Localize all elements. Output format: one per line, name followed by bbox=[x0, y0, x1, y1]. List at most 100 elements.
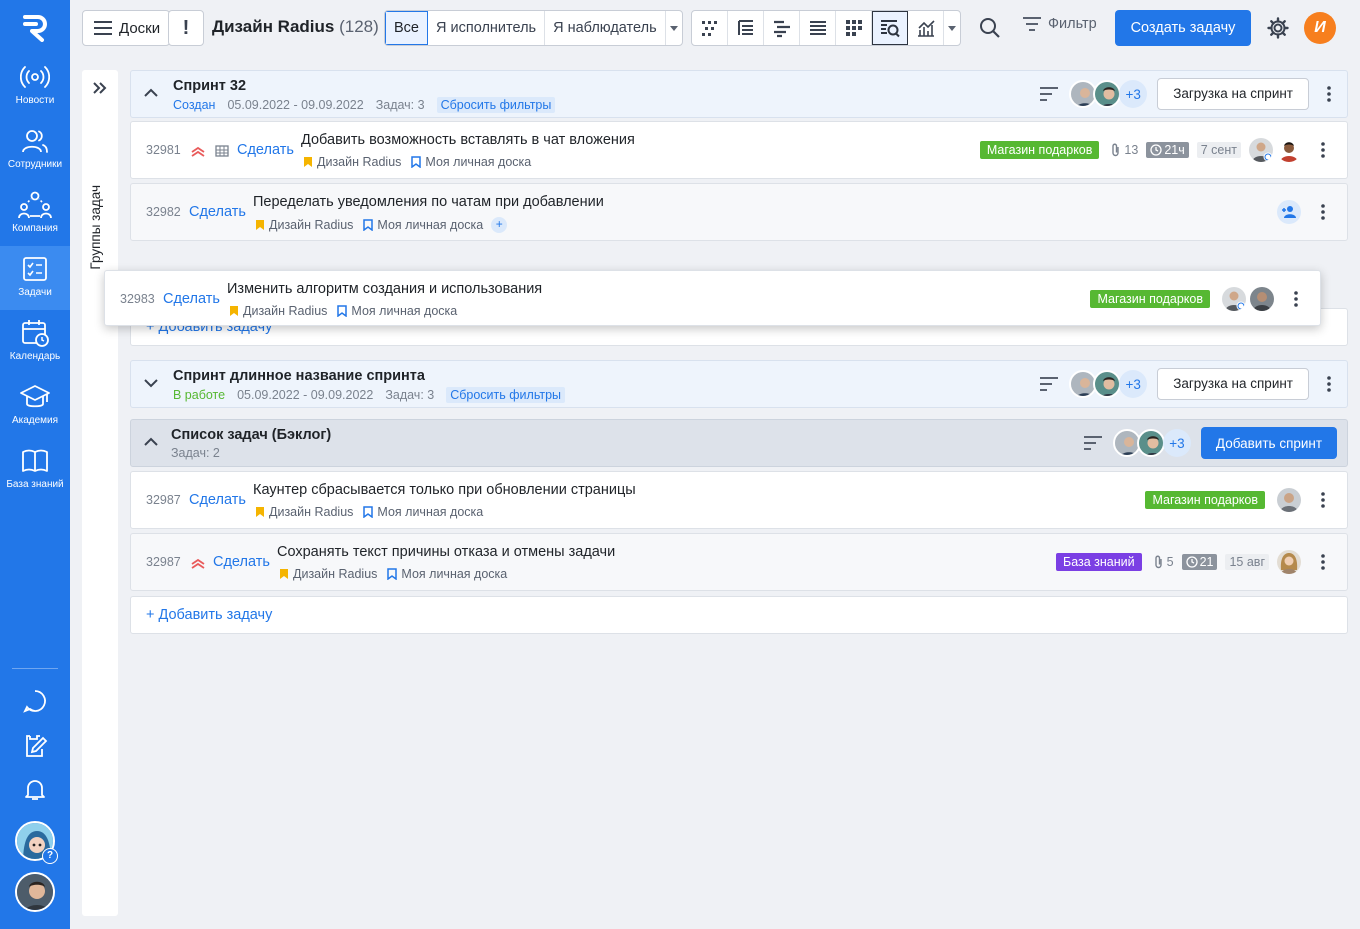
sidebar-item-employees[interactable]: Сотрудники bbox=[0, 118, 70, 182]
task-action-link[interactable]: Сделать bbox=[213, 554, 270, 570]
avatar[interactable] bbox=[1249, 138, 1273, 162]
sort-icon[interactable] bbox=[1039, 86, 1059, 102]
sprint-menu-button[interactable] bbox=[1321, 370, 1337, 398]
task-board[interactable]: Моя личная доска bbox=[377, 218, 483, 232]
task-menu-button[interactable] bbox=[1315, 486, 1331, 514]
sprint-menu-button[interactable] bbox=[1321, 80, 1337, 108]
task-project[interactable]: Дизайн Radius bbox=[243, 304, 327, 318]
user-avatar[interactable] bbox=[15, 872, 55, 912]
sidebar-item-company[interactable]: Компания bbox=[0, 182, 70, 246]
avatar[interactable] bbox=[1093, 370, 1122, 398]
avatar[interactable] bbox=[1093, 80, 1122, 108]
task-action-link[interactable]: Сделать bbox=[189, 492, 246, 508]
task-tag[interactable]: База знаний bbox=[1055, 553, 1142, 571]
view-sprint-button[interactable] bbox=[872, 11, 908, 45]
task-action-link[interactable]: Сделать bbox=[237, 142, 294, 158]
task-project[interactable]: Дизайн Radius bbox=[269, 505, 353, 519]
sort-icon[interactable] bbox=[1039, 376, 1059, 392]
avatar[interactable] bbox=[1250, 287, 1274, 311]
more-members-badge[interactable]: +3 bbox=[1163, 429, 1191, 457]
add-sprint-button[interactable]: Добавить спринт bbox=[1201, 427, 1337, 459]
paperclip-icon bbox=[1154, 555, 1162, 569]
avatar[interactable] bbox=[1277, 138, 1301, 162]
avatar[interactable] bbox=[1277, 488, 1301, 512]
add-board-button[interactable]: + bbox=[491, 217, 508, 233]
task-menu-button[interactable] bbox=[1315, 548, 1331, 576]
task-tag[interactable]: Магазин подарков bbox=[979, 141, 1100, 159]
task-row[interactable]: 32982 Сделать Переделать уведомления по … bbox=[130, 183, 1348, 241]
task-action-link[interactable]: Сделать bbox=[189, 204, 246, 220]
sidebar-item-academy[interactable]: Академия bbox=[0, 374, 70, 438]
radius-logo-icon[interactable] bbox=[20, 12, 50, 42]
task-title[interactable]: Изменить алгоритм создания и использован… bbox=[227, 281, 542, 297]
sidebar-item-knowledge-base[interactable]: База знаний bbox=[0, 438, 70, 502]
add-task-button[interactable]: + Добавить задачу bbox=[146, 607, 272, 623]
more-members-badge[interactable]: +3 bbox=[1119, 80, 1148, 108]
task-title[interactable]: Сохранять текст причины отказа и отмены … bbox=[277, 544, 615, 560]
task-tag[interactable]: Магазин подарков bbox=[1090, 290, 1210, 308]
task-project[interactable]: Дизайн Radius bbox=[269, 218, 353, 232]
settings-button[interactable] bbox=[1262, 12, 1294, 44]
task-action-link[interactable]: Сделать bbox=[163, 291, 220, 307]
segment-all[interactable]: Все bbox=[385, 11, 428, 45]
sort-icon[interactable] bbox=[1083, 435, 1103, 451]
bell-icon[interactable] bbox=[22, 776, 48, 802]
task-board[interactable]: Моя личная доска bbox=[401, 567, 507, 581]
task-board[interactable]: Моя личная доска bbox=[377, 505, 483, 519]
avatar[interactable] bbox=[1137, 429, 1165, 457]
sprint-load-button[interactable]: Загрузка на спринт bbox=[1157, 368, 1309, 400]
view-gantt-button[interactable] bbox=[764, 11, 800, 45]
view-tree-button[interactable] bbox=[728, 11, 764, 45]
task-row-dragging[interactable]: 32983 Сделать Изменить алгоритм создания… bbox=[104, 270, 1321, 326]
more-members-badge[interactable]: +3 bbox=[1119, 370, 1148, 398]
task-tag[interactable]: Магазин подарков bbox=[1145, 491, 1265, 509]
view-more-dropdown[interactable] bbox=[944, 11, 960, 45]
task-menu-button[interactable] bbox=[1288, 285, 1304, 313]
task-menu-button[interactable] bbox=[1315, 198, 1331, 226]
segment-dropdown[interactable] bbox=[666, 11, 682, 45]
view-analytics-button[interactable] bbox=[908, 11, 944, 45]
filter-button[interactable]: Фильтр bbox=[1022, 16, 1097, 32]
view-list-button[interactable] bbox=[800, 11, 836, 45]
reset-filters-button[interactable]: Сбросить фильтры bbox=[446, 387, 566, 403]
alert-button[interactable]: ! bbox=[168, 10, 204, 46]
avatar[interactable] bbox=[1222, 287, 1246, 311]
avatar[interactable] bbox=[1277, 550, 1301, 574]
sidebar-item-tasks[interactable]: Задачи bbox=[0, 246, 70, 310]
sidebar-item-calendar[interactable]: Календарь bbox=[0, 310, 70, 374]
add-assignee-button[interactable] bbox=[1277, 200, 1301, 224]
scatter-view-icon bbox=[701, 21, 717, 36]
chevron-down-icon[interactable] bbox=[143, 375, 159, 391]
segment-assignee[interactable]: Я исполнитель bbox=[428, 11, 546, 45]
task-row[interactable]: 32981 Сделать Добавить возможность встав… bbox=[130, 121, 1348, 179]
task-title[interactable]: Добавить возможность вставлять в чат вло… bbox=[301, 132, 635, 148]
create-task-button[interactable]: Создать задачу bbox=[1115, 10, 1251, 46]
view-dots-button[interactable] bbox=[692, 11, 728, 45]
boards-button[interactable]: Доски bbox=[82, 10, 170, 46]
task-title[interactable]: Каунтер сбрасывается только при обновлен… bbox=[253, 482, 636, 498]
bookmark-outline-icon bbox=[411, 156, 422, 168]
task-row[interactable]: 32987 Сделать Каунтер сбрасывается тольк… bbox=[130, 471, 1348, 529]
task-project[interactable]: Дизайн Radius bbox=[317, 155, 401, 169]
bookmark-filled-icon bbox=[280, 569, 288, 579]
chat-icon[interactable] bbox=[22, 688, 48, 714]
task-board[interactable]: Моя личная доска bbox=[351, 304, 457, 318]
chevron-up-icon[interactable] bbox=[143, 85, 159, 101]
assignee-filter-segment: Все Я исполнитель Я наблюдатель bbox=[384, 10, 683, 46]
segment-watcher[interactable]: Я наблюдатель bbox=[545, 11, 666, 45]
double-chevron-right-icon[interactable] bbox=[92, 80, 108, 96]
task-board[interactable]: Моя личная доска bbox=[425, 155, 531, 169]
task-menu-button[interactable] bbox=[1315, 136, 1331, 164]
task-title[interactable]: Переделать уведомления по чатам при доба… bbox=[253, 194, 604, 210]
sidebar-item-news[interactable]: Новости bbox=[0, 54, 70, 118]
search-button[interactable] bbox=[974, 12, 1006, 44]
clipboard-edit-icon[interactable] bbox=[22, 732, 48, 758]
sprint-load-button[interactable]: Загрузка на спринт bbox=[1157, 78, 1309, 110]
help-badge[interactable]: ? bbox=[42, 848, 58, 864]
chevron-up-icon[interactable] bbox=[143, 434, 159, 450]
current-user-avatar[interactable]: И bbox=[1304, 12, 1336, 44]
task-project[interactable]: Дизайн Radius bbox=[293, 567, 377, 581]
reset-filters-button[interactable]: Сбросить фильтры bbox=[436, 97, 556, 113]
task-row[interactable]: 32987 Сделать Сохранять текст причины от… bbox=[130, 533, 1348, 591]
view-grid-button[interactable] bbox=[836, 11, 872, 45]
